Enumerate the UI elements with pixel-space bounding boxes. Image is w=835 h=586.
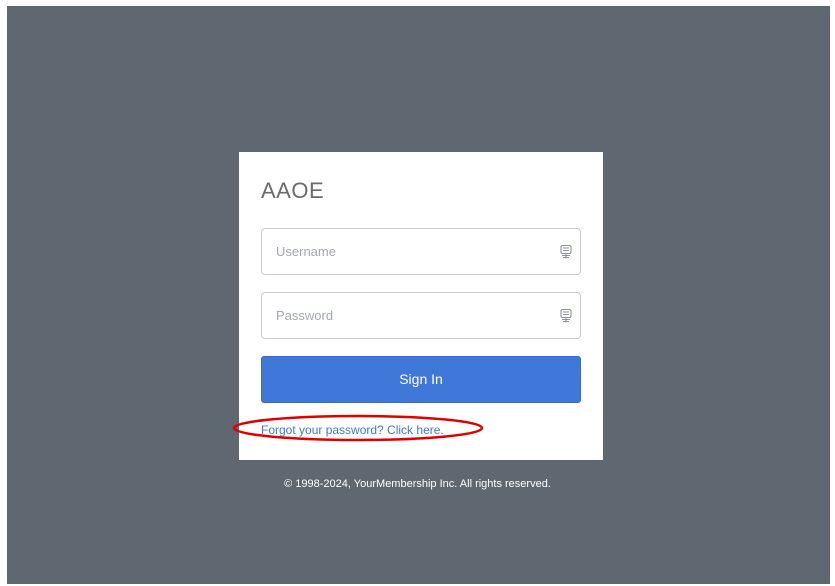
- password-manager-key-icon[interactable]: [558, 308, 574, 324]
- login-card: AAOE Sign In Forgot your password? Click…: [239, 152, 603, 460]
- sign-in-button[interactable]: Sign In: [261, 356, 581, 403]
- username-input[interactable]: [262, 229, 580, 274]
- brand-title: AAOE: [261, 178, 325, 203]
- password-input[interactable]: [262, 293, 580, 338]
- password-field[interactable]: [261, 292, 581, 339]
- copyright-footer: © 1998-2024, YourMembership Inc. All rig…: [284, 478, 551, 490]
- username-field[interactable]: [261, 228, 581, 275]
- forgot-password-link[interactable]: Forgot your password? Click here.: [261, 423, 444, 437]
- password-manager-key-icon[interactable]: [558, 244, 574, 260]
